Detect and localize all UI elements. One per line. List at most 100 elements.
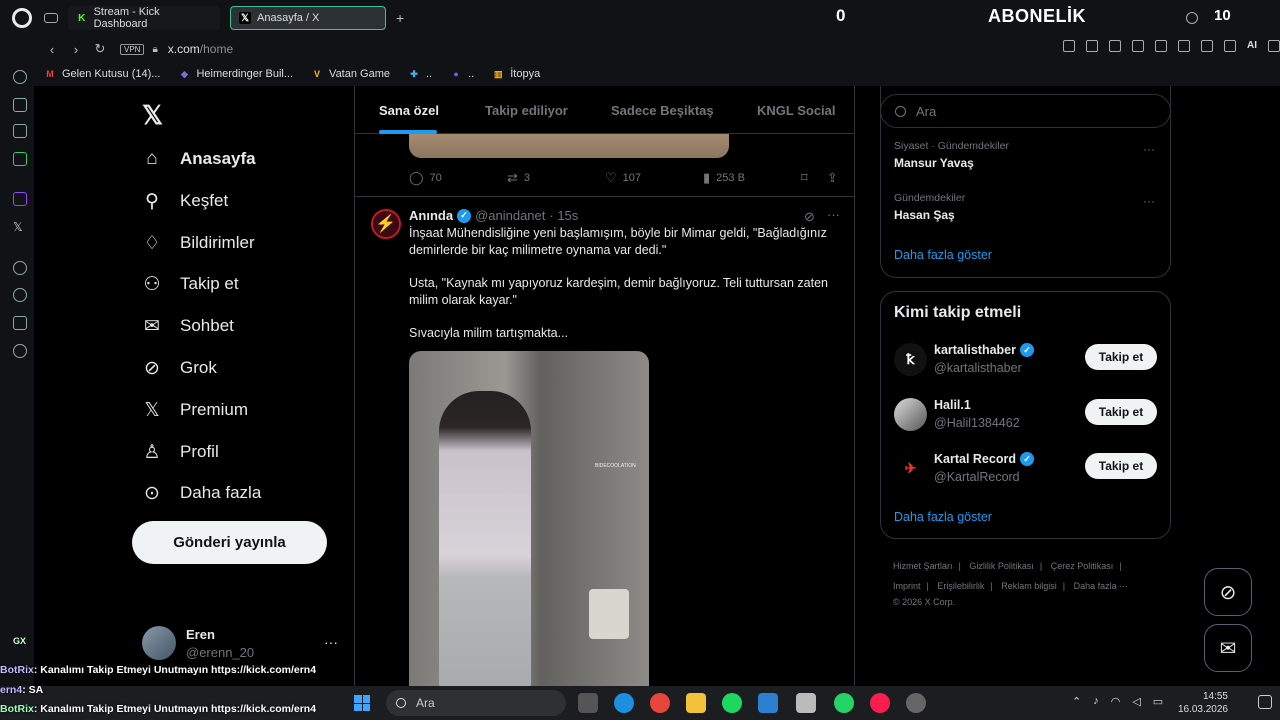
download-icon[interactable] — [1224, 40, 1236, 52]
player-sidebar-icon[interactable] — [13, 261, 27, 275]
settings-icon[interactable] — [13, 344, 27, 358]
nav-grok[interactable]: ⊘ Grok — [140, 353, 217, 383]
tab-search-icon[interactable] — [1186, 12, 1198, 24]
more-icon[interactable]: ··· — [324, 634, 338, 650]
tweet-video[interactable]: BIDECOOLATION — [409, 351, 649, 686]
shield-icon[interactable] — [1109, 40, 1121, 52]
views-button[interactable]: ▮ 253 B — [703, 170, 745, 186]
volume-icon[interactable]: ◁ — [1132, 695, 1140, 708]
bookmark-vatan[interactable]: V Vatan Game — [311, 68, 390, 80]
more-icon[interactable]: ··· — [827, 207, 840, 222]
tab-following[interactable]: Takip ediliyor — [485, 103, 568, 118]
follow-suggestion[interactable]: ✈ Kartal Record ✓ @KartalRecord Takip et — [894, 449, 1164, 489]
file-explorer-icon[interactable] — [686, 693, 706, 713]
twitch-icon[interactable] — [13, 192, 27, 206]
follow-button[interactable]: Takip et — [1085, 399, 1157, 425]
anindanet-avatar[interactable]: ⚡ — [371, 209, 401, 239]
taskbar-search[interactable]: Ara — [386, 690, 566, 716]
trend-item[interactable]: Siyaset · Gündemdekiler Mansur Yavaş — [894, 140, 1009, 170]
clock[interactable]: 14:55 16.03.2026 — [1178, 690, 1228, 716]
messages-fab-button[interactable]: ✉ — [1204, 624, 1252, 672]
follow-button[interactable]: Takip et — [1085, 344, 1157, 370]
follow-button[interactable]: Takip et — [1085, 453, 1157, 479]
workspaces-icon[interactable] — [44, 13, 58, 23]
share-button[interactable]: ⇪ — [827, 170, 844, 186]
notification-icon[interactable] — [1258, 695, 1272, 709]
tweet[interactable]: ⚡ Anında ✓ @anindanet · 15s ⊘ ··· İnşaat… — [355, 197, 854, 686]
show-more-follow-link[interactable]: Daha fazla göster — [894, 510, 992, 524]
x-sidebar-icon[interactable]: 𝕏 — [13, 220, 27, 234]
tab-kick-dashboard[interactable]: K Stream - Kick Dashboard — [68, 6, 220, 30]
heart-icon[interactable] — [1155, 40, 1167, 52]
microphone-icon[interactable]: ♪ — [1093, 695, 1099, 708]
more-icon[interactable]: ··· — [1143, 194, 1155, 208]
app-icon[interactable] — [796, 693, 816, 713]
player-icon[interactable] — [1132, 40, 1144, 52]
tab-kngl-social[interactable]: KNGL Social — [757, 103, 836, 118]
opera-logo-icon[interactable] — [12, 8, 32, 28]
x-logo-icon[interactable]: 𝕏 — [142, 100, 163, 131]
search-input[interactable]: Ara — [880, 94, 1171, 128]
tweet-author-name[interactable]: Anında — [409, 208, 453, 223]
bookmark-heimerdinger[interactable]: ◆ Heimerdinger Buil... — [178, 68, 293, 80]
repost-button[interactable]: ⇄ 3 — [507, 170, 530, 186]
reload-icon[interactable]: ↻ — [94, 41, 106, 57]
history-icon[interactable] — [13, 288, 27, 302]
grok-icon[interactable]: ⊘ — [804, 209, 815, 225]
grok-fab-button[interactable]: ⊘ — [1204, 568, 1252, 616]
spotify-icon[interactable] — [722, 693, 742, 713]
crypto-icon[interactable] — [13, 124, 27, 138]
speed-dial-icon[interactable] — [13, 70, 27, 84]
nav-more[interactable]: ⊙ Daha fazla — [140, 478, 261, 508]
bookmark-itopya[interactable]: ▥ İtopya — [492, 68, 540, 80]
tweet-time[interactable]: · 15s — [549, 208, 578, 223]
more-icon[interactable]: ··· — [1143, 142, 1155, 156]
vpn-badge[interactable]: VPN — [120, 43, 145, 55]
pin-icon[interactable] — [1063, 40, 1075, 52]
battery-icon[interactable]: ▭ — [1153, 695, 1163, 708]
menu-icon[interactable] — [1268, 40, 1280, 52]
forward-icon[interactable]: › — [70, 42, 82, 57]
follow-suggestion[interactable]: Halil.1 @Halil1384462 Takip et — [894, 395, 1164, 435]
aria-ai-button[interactable]: AI — [1247, 40, 1257, 52]
reply-button[interactable]: ◯ 70 — [409, 170, 442, 186]
nav-explore[interactable]: ⚲ Keşfet — [140, 186, 228, 216]
show-more-trends-link[interactable]: Daha fazla göster — [894, 248, 992, 262]
account-switcher[interactable]: Eren @erenn_20 ··· — [140, 622, 340, 664]
edge-icon[interactable] — [614, 693, 634, 713]
tab-besiktas[interactable]: Sadece Beşiktaş — [611, 103, 714, 118]
bookmark-gmail[interactable]: M Gelen Kutusu (14)... — [44, 68, 160, 80]
bookmark-plus[interactable]: ✚.. — [408, 68, 432, 80]
snapshot-icon[interactable] — [1086, 40, 1098, 52]
wifi-icon[interactable]: ◠ — [1111, 695, 1121, 708]
new-tab-button[interactable]: + — [396, 10, 404, 26]
bookmark-button[interactable]: ⌑ — [801, 170, 814, 186]
nav-profile[interactable]: ♙ Profil — [140, 437, 218, 467]
app-icon[interactable] — [906, 693, 926, 713]
messenger-icon[interactable] — [13, 152, 27, 166]
back-icon[interactable]: ‹ — [46, 42, 58, 57]
lock-icon[interactable]: 🔒︎ — [152, 44, 157, 55]
url-field[interactable]: x.com/home — [168, 42, 233, 56]
opera-gx-icon[interactable] — [870, 693, 890, 713]
extensions-sidebar-icon[interactable] — [13, 316, 27, 330]
previous-post-media[interactable] — [409, 134, 729, 158]
follow-suggestion[interactable]: ꝁ kartalisthaber ✓ @kartalisthaber Takip … — [894, 340, 1164, 380]
nav-chat[interactable]: ✉ Sohbet — [140, 311, 234, 341]
ai-icon[interactable] — [13, 98, 27, 112]
bookmark-discord[interactable]: ●.. — [450, 68, 474, 80]
post-button[interactable]: Gönderi yayınla — [132, 521, 327, 564]
whatsapp-icon[interactable] — [834, 693, 854, 713]
tab-for-you[interactable]: Sana özel — [379, 103, 439, 118]
chevron-up-icon[interactable]: ⌃ — [1072, 695, 1081, 708]
chrome-icon[interactable] — [650, 693, 670, 713]
nav-notifications[interactable]: ♢ Bildirimler — [140, 228, 254, 258]
nav-home[interactable]: ⌂ Anasayfa — [140, 144, 255, 174]
like-button[interactable]: ♡ 107 — [605, 170, 641, 186]
trend-item[interactable]: Gündemdekiler Hasan Şaş — [894, 192, 965, 222]
nav-follow[interactable]: ⚇ Takip et — [140, 269, 238, 299]
store-icon[interactable] — [758, 693, 778, 713]
extensions-icon[interactable] — [1178, 40, 1190, 52]
profile-icon[interactable] — [1201, 40, 1213, 52]
tweet-author-handle[interactable]: @anindanet — [475, 208, 545, 223]
